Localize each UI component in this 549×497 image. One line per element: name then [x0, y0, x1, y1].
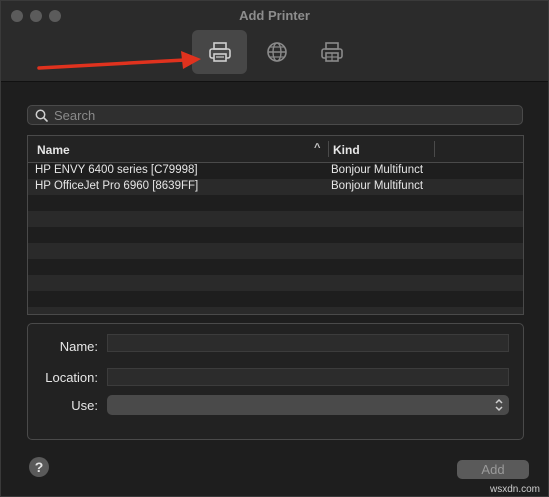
empty-row	[28, 259, 523, 275]
search-field[interactable]	[27, 105, 523, 125]
empty-row	[28, 307, 523, 314]
location-field[interactable]	[107, 368, 509, 386]
windows-printer-tab[interactable]	[304, 30, 359, 74]
table-row[interactable]: HP ENVY 6400 series [C79998] Bonjour Mul…	[28, 163, 523, 179]
column-divider[interactable]	[434, 141, 435, 157]
column-divider[interactable]	[328, 141, 329, 157]
watermark: wsxdn.com	[490, 484, 541, 495]
name-label: Name:	[59, 339, 98, 354]
search-icon	[35, 109, 48, 122]
search-input[interactable]	[54, 107, 514, 123]
help-button[interactable]: ?	[29, 457, 49, 477]
name-field[interactable]	[107, 334, 509, 352]
annotation-arrow	[37, 51, 201, 70]
printer-icon	[208, 42, 231, 62]
empty-row	[28, 227, 523, 243]
table-row[interactable]: HP OfficeJet Pro 6960 [8639FF] Bonjour M…	[28, 179, 523, 195]
table-header: Name ^ Kind	[28, 136, 523, 163]
column-header-kind[interactable]: Kind	[333, 143, 360, 157]
printer-details-form: Name: Location: Use:	[27, 323, 524, 440]
add-printer-window: Add Printer Search Name ^ Kind HP ENVY 6…	[0, 0, 549, 497]
window-title: Add Printer	[239, 8, 310, 23]
empty-row	[28, 211, 523, 227]
printer-kind-cell: Bonjour Multifunct	[331, 164, 424, 176]
location-label: Location:	[45, 370, 98, 385]
use-label: Use:	[71, 398, 98, 413]
printer-name-cell: HP OfficeJet Pro 6960 [8639FF]	[35, 180, 199, 192]
empty-row	[28, 195, 523, 211]
up-down-chevron-icon	[495, 398, 503, 412]
printer-name-cell: HP ENVY 6400 series [C79998]	[35, 164, 198, 176]
use-select[interactable]	[107, 395, 509, 415]
table-body: HP ENVY 6400 series [C79998] Bonjour Mul…	[28, 163, 523, 314]
empty-row	[28, 291, 523, 307]
sort-ascending-icon: ^	[314, 142, 321, 154]
empty-row	[28, 243, 523, 259]
column-header-name[interactable]: Name	[37, 143, 70, 157]
add-button[interactable]: Add	[457, 460, 529, 479]
ip-printer-tab[interactable]	[249, 30, 304, 74]
windows-printer-icon	[320, 42, 343, 62]
printer-table: Name ^ Kind HP ENVY 6400 series [C79998]…	[27, 135, 524, 315]
globe-icon	[266, 42, 287, 62]
empty-row	[28, 275, 523, 291]
printer-kind-cell: Bonjour Multifunct	[331, 180, 424, 192]
